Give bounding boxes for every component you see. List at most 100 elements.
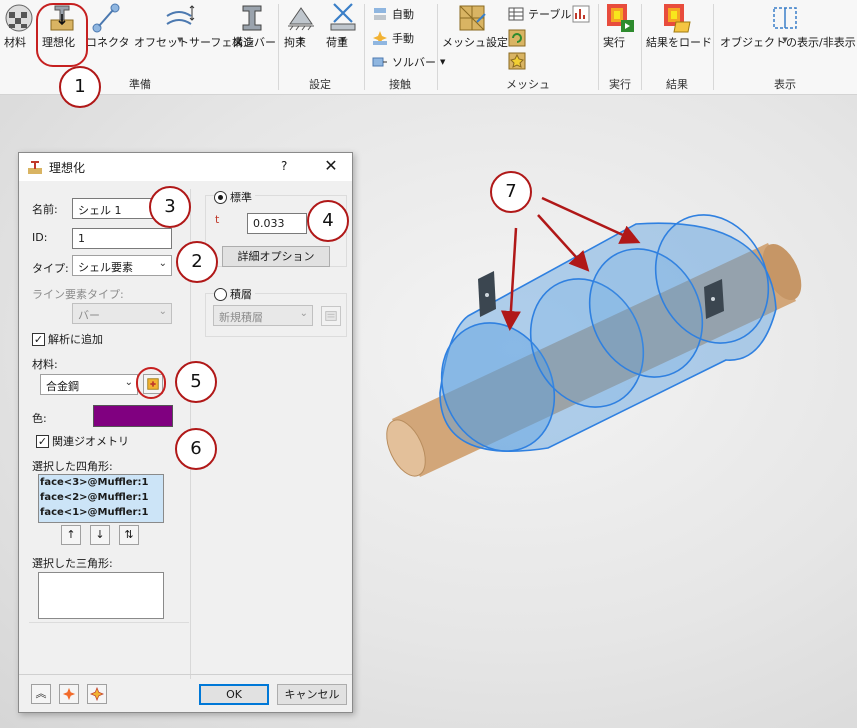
- sparkle-multi-icon: [89, 686, 105, 702]
- thickness-label: t: [215, 213, 220, 226]
- material-select[interactable]: 合金鋼 ⌄: [40, 374, 138, 395]
- id-label: ID:: [32, 231, 48, 244]
- chevron-down-icon: ⌄: [158, 258, 167, 269]
- chevron-down-icon: ⌄: [299, 308, 308, 319]
- radio-dot-icon: [214, 287, 227, 301]
- group-label-prep: 準備: [129, 78, 151, 91]
- mesh-table-button[interactable]: テーブル: [508, 6, 571, 22]
- contact-manual-button[interactable]: 手動: [372, 30, 414, 46]
- detail-options-button[interactable]: 詳細オプション: [222, 246, 330, 267]
- manual-contact-icon: [373, 31, 387, 45]
- checkmark-icon: ✓: [32, 332, 45, 346]
- idealize-icon: [28, 161, 42, 174]
- close-icon[interactable]: ✕: [319, 156, 343, 175]
- highlight-all-button[interactable]: [87, 684, 107, 704]
- run-icon: [607, 4, 634, 32]
- results-icon: [664, 4, 691, 33]
- collapse-button[interactable]: ︽: [31, 684, 51, 704]
- mesh-star-icon[interactable]: [508, 52, 526, 70]
- ribbon-button-constraint[interactable]: 拘束 ▼: [284, 2, 318, 49]
- group-label-settings: 設定: [309, 78, 331, 91]
- contact-auto-button[interactable]: 自動: [372, 6, 414, 22]
- swap-button[interactable]: ⇅: [119, 525, 139, 545]
- ribbon-separator: [641, 4, 642, 90]
- double-chevron-up-icon: ︽: [35, 687, 47, 700]
- ok-button[interactable]: OK: [199, 684, 269, 705]
- callout-3: 3: [149, 186, 191, 228]
- id-input[interactable]: 1: [72, 228, 172, 249]
- tri-label: 選択した三角形:: [32, 557, 113, 570]
- callout-2: 2: [176, 241, 218, 283]
- callout-7: 7: [490, 171, 532, 213]
- callout-4: 4: [307, 200, 349, 242]
- ribbon-button-struct-member[interactable]: 構造 メンバー: [232, 2, 276, 49]
- load-icon: [330, 3, 356, 31]
- ribbon-button-load[interactable]: 荷重 ▼: [326, 2, 360, 49]
- ribbon-button-idealize[interactable]: 理想化: [42, 2, 82, 49]
- quad-label: 選択した四角形:: [32, 460, 113, 473]
- quad-list[interactable]: face<3>@Muffler:1 face<2>@Muffler:1 face…: [38, 474, 164, 523]
- list-item[interactable]: face<1>@Muffler:1: [39, 505, 163, 520]
- dialog-titlebar[interactable]: 理想化 ? ✕: [19, 153, 352, 181]
- ribbon-separator: [713, 4, 714, 90]
- ribbon-button-run[interactable]: 実行: [603, 2, 637, 49]
- ribbon-separator: [437, 4, 438, 90]
- idealize-icon: [50, 5, 74, 31]
- group-label-contact: 接触: [389, 78, 411, 91]
- callout-5: 5: [175, 361, 217, 403]
- thickness-input[interactable]: 0.033: [247, 213, 307, 234]
- material-label: 材料:: [32, 358, 58, 371]
- chevron-down-icon: ▼: [440, 58, 446, 66]
- material-icon: [5, 4, 33, 32]
- type-select[interactable]: シェル要素 ⌄: [72, 255, 172, 276]
- list-item[interactable]: face<3>@Muffler:1: [39, 475, 163, 490]
- connector-icon: [92, 3, 120, 33]
- callout-1: 1: [59, 66, 101, 108]
- tri-list[interactable]: [38, 572, 164, 619]
- ribbon-separator: [278, 4, 279, 90]
- line-type-label: ライン要素タイプ:: [32, 288, 124, 301]
- ribbon-button-mesh-settings[interactable]: メッシュ設定: [442, 2, 508, 49]
- line-type-select[interactable]: バー ⌄: [72, 303, 172, 324]
- bottom-separator: [19, 674, 352, 675]
- group-label-mesh: メッシュ: [506, 78, 550, 91]
- mesh-icon: [459, 5, 486, 31]
- structural-member-icon: [242, 5, 262, 31]
- ribbon-button-connector[interactable]: コネクタ: [86, 2, 130, 49]
- solver-icon: [372, 57, 387, 67]
- constraint-icon: [288, 7, 314, 31]
- standard-radio[interactable]: 標準: [214, 189, 255, 205]
- group-label-display: 表示: [774, 78, 796, 91]
- callout-6: 6: [175, 428, 217, 470]
- material-library-button[interactable]: [143, 374, 163, 394]
- ribbon-button-offset-surface[interactable]: オフセットサーフェス ▼: [134, 2, 243, 49]
- offset-surface-icon: [166, 5, 195, 25]
- material-library-icon: [147, 378, 159, 390]
- move-up-button[interactable]: ↑: [61, 525, 81, 545]
- contact-solver-button[interactable]: ソルバー ▼: [372, 54, 445, 70]
- shell-body: [439, 214, 777, 452]
- ribbon-separator: [598, 4, 599, 90]
- name-label: 名前:: [32, 203, 58, 216]
- type-label: タイプ:: [32, 262, 69, 275]
- dialog-title: 理想化: [49, 160, 86, 175]
- laminate-radio[interactable]: 積層: [214, 286, 255, 302]
- laminate-edit-button[interactable]: [321, 306, 341, 326]
- color-swatch[interactable]: [93, 405, 173, 427]
- chevron-down-icon: ⌄: [124, 377, 133, 388]
- mesh-chart-icon[interactable]: [572, 5, 590, 23]
- move-down-button[interactable]: ↓: [90, 525, 110, 545]
- ribbon-button-material[interactable]: 材料: [4, 2, 34, 49]
- highlight-button[interactable]: [59, 684, 79, 704]
- table-icon: [508, 7, 524, 21]
- cancel-button[interactable]: キャンセル: [277, 684, 347, 705]
- ribbon: 材料 理想化 コネクタ オフセットサーフェス ▼ 構造 メンバー 拘束 ▼ 荷重…: [0, 0, 857, 95]
- mesh-refresh-icon[interactable]: [508, 29, 526, 47]
- help-button[interactable]: ?: [281, 159, 287, 173]
- list-item[interactable]: face<2>@Muffler:1: [39, 490, 163, 505]
- add-to-analysis-checkbox[interactable]: ✓ 解析に追加: [32, 331, 103, 347]
- ribbon-button-load-results[interactable]: 結果をロード: [646, 2, 712, 49]
- ribbon-button-show-hide[interactable]: オブジェクトの表示/非表示 ▼: [720, 2, 856, 49]
- group-label-results: 結果: [666, 78, 688, 91]
- laminate-select[interactable]: 新規積層 ⌄: [213, 305, 313, 326]
